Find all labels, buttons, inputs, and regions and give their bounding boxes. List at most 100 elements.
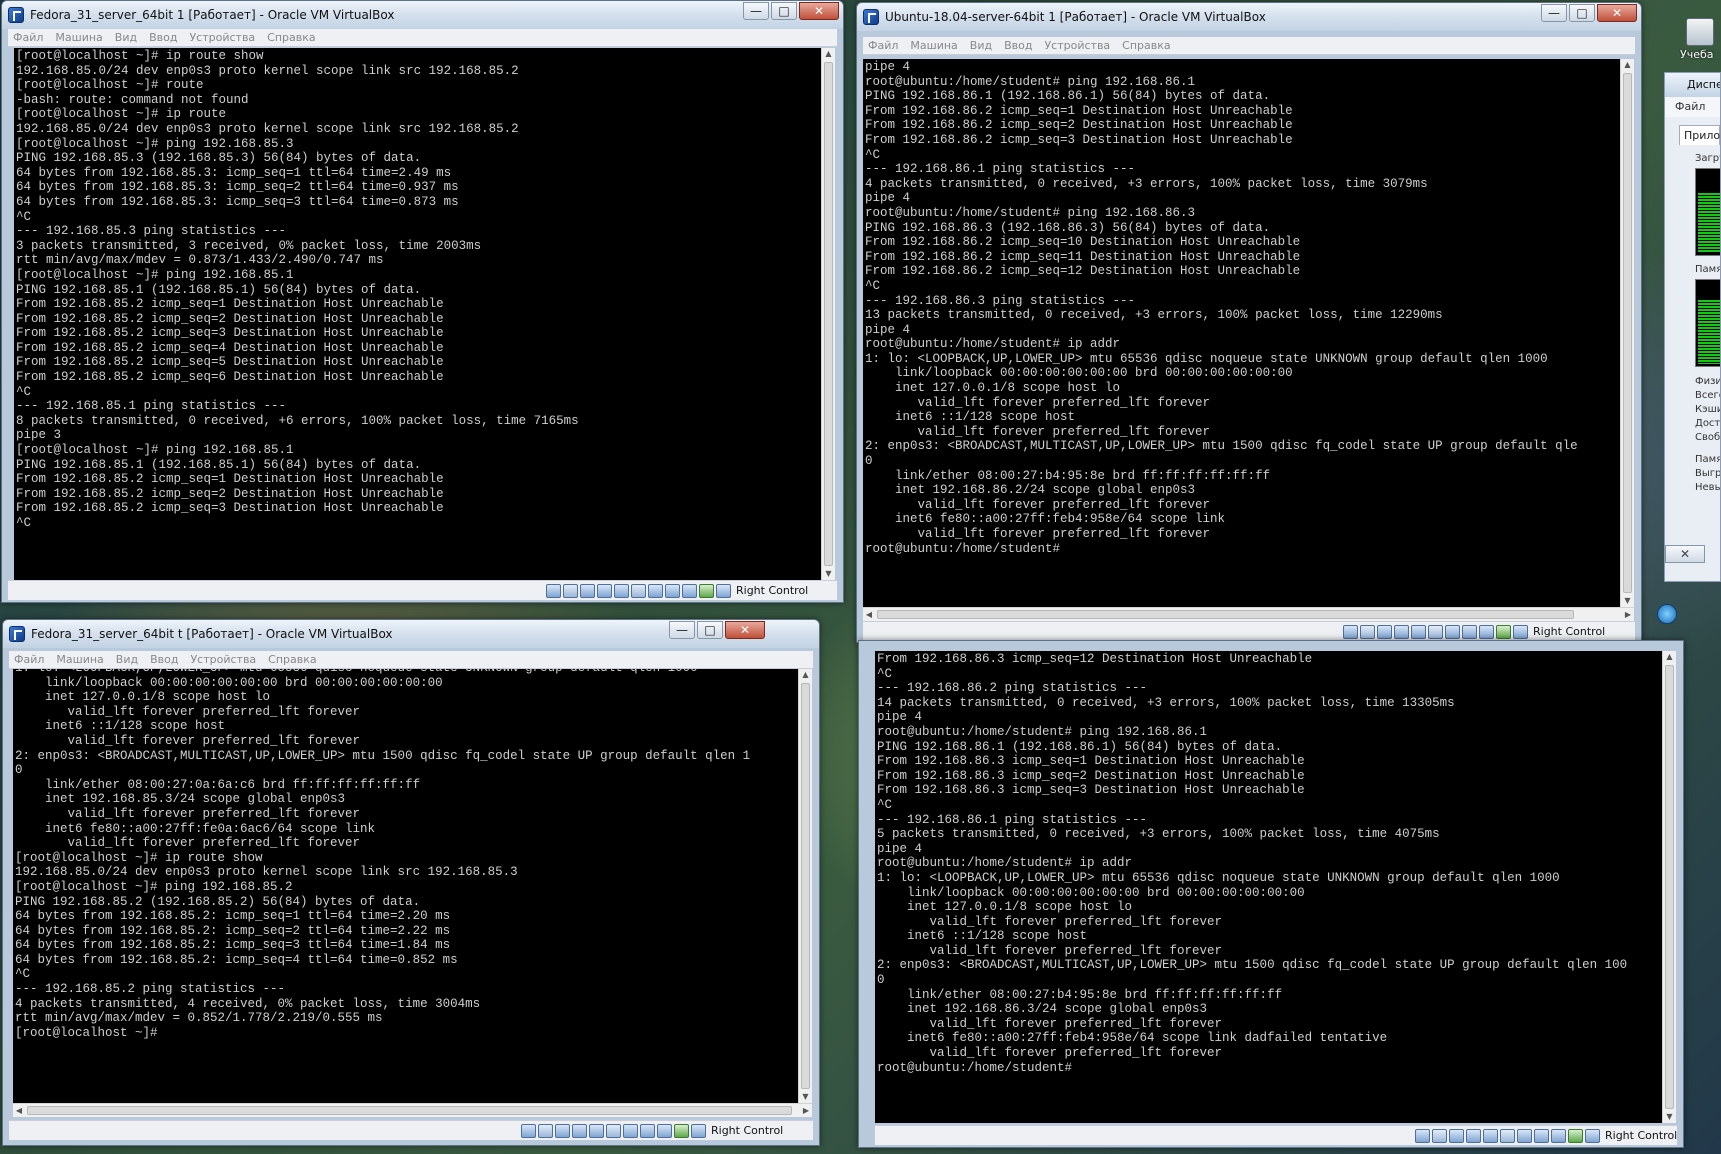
menu-devices[interactable]: Устройства bbox=[190, 653, 256, 666]
menu-view[interactable]: Вид bbox=[115, 31, 137, 44]
task-manager-window[interactable]: Диспе Файл Приложе Загру Памя Физи Всего… bbox=[1664, 72, 1721, 582]
vertical-scrollbar[interactable]: ▲ ▼ bbox=[798, 669, 812, 1103]
cpu-icon[interactable] bbox=[657, 1124, 672, 1138]
close-icon[interactable]: ✕ bbox=[1665, 545, 1705, 563]
menu-help[interactable]: Справка bbox=[267, 31, 315, 44]
shared-folder-icon[interactable] bbox=[631, 584, 646, 598]
desktop-shortcut[interactable]: Учеба bbox=[1680, 18, 1721, 76]
menu-file[interactable]: Файл bbox=[13, 31, 43, 44]
hdd-icon[interactable] bbox=[1343, 625, 1358, 639]
cpu-icon[interactable] bbox=[1479, 625, 1494, 639]
vm-screen[interactable]: From 192.168.86.3 icmp_seq=12 Destinatio… bbox=[875, 651, 1662, 1123]
scroll-down-icon[interactable]: ▼ bbox=[1663, 1111, 1676, 1123]
scroll-thumb[interactable] bbox=[877, 610, 1574, 619]
vm-window-ubuntu-2[interactable]: From 192.168.86.3 icmp_seq=12 Destinatio… bbox=[858, 640, 1684, 1148]
network-icon[interactable] bbox=[572, 1124, 587, 1138]
mouse-integration-icon[interactable] bbox=[699, 584, 714, 598]
title-bar[interactable]: Fedora_31_server_64bit t [Работает] - Or… bbox=[3, 620, 819, 648]
vertical-scrollbar[interactable]: ▲ ▼ bbox=[1620, 59, 1634, 607]
menu-view[interactable]: Вид bbox=[970, 39, 992, 52]
scroll-up-icon[interactable]: ▲ bbox=[799, 669, 812, 681]
optical-drive-icon[interactable] bbox=[1360, 625, 1375, 639]
menu-machine[interactable]: Машина bbox=[55, 31, 102, 44]
menu-help[interactable]: Справка bbox=[268, 653, 316, 666]
horizontal-scrollbar[interactable]: ◀ ▶ bbox=[863, 607, 1634, 621]
vertical-scrollbar[interactable]: ▲ ▼ bbox=[821, 48, 835, 580]
scroll-thumb[interactable] bbox=[1665, 665, 1674, 1109]
hdd-icon[interactable] bbox=[521, 1124, 536, 1138]
scroll-up-icon[interactable]: ▲ bbox=[1663, 651, 1676, 663]
menu-file[interactable]: Файл bbox=[868, 39, 898, 52]
audio-icon[interactable] bbox=[580, 584, 595, 598]
menu-help[interactable]: Справка bbox=[1122, 39, 1170, 52]
menu-file[interactable]: Файл bbox=[14, 653, 44, 666]
video-capture-icon[interactable] bbox=[665, 584, 680, 598]
close-button[interactable]: ✕ bbox=[725, 621, 765, 639]
scroll-right-icon[interactable]: ▶ bbox=[1622, 608, 1634, 621]
minimize-button[interactable]: — bbox=[669, 621, 695, 639]
close-button[interactable]: ✕ bbox=[1597, 4, 1637, 22]
maximize-button[interactable]: □ bbox=[771, 2, 797, 20]
minimize-button[interactable]: — bbox=[1541, 4, 1567, 22]
maximize-button[interactable]: □ bbox=[697, 621, 723, 639]
usb-icon[interactable] bbox=[1483, 1129, 1498, 1143]
optical-drive-icon[interactable] bbox=[1432, 1129, 1447, 1143]
cpu-icon[interactable] bbox=[682, 584, 697, 598]
mouse-integration-icon[interactable] bbox=[1568, 1129, 1583, 1143]
optical-drive-icon[interactable] bbox=[538, 1124, 553, 1138]
network-icon[interactable] bbox=[597, 584, 612, 598]
keyboard-icon[interactable] bbox=[1585, 1129, 1600, 1143]
hdd-icon[interactable] bbox=[1415, 1129, 1430, 1143]
menu-input[interactable]: Ввод bbox=[1004, 39, 1032, 52]
keyboard-icon[interactable] bbox=[716, 584, 731, 598]
display-icon[interactable] bbox=[623, 1124, 638, 1138]
audio-icon[interactable] bbox=[1377, 625, 1392, 639]
scroll-thumb[interactable] bbox=[801, 683, 810, 1089]
keyboard-icon[interactable] bbox=[1513, 625, 1528, 639]
video-capture-icon[interactable] bbox=[1462, 625, 1477, 639]
vm-screen[interactable]: [root@localhost ~]# ip route show 192.168… bbox=[14, 48, 821, 580]
menu-input[interactable]: Ввод bbox=[150, 653, 178, 666]
scroll-right-icon[interactable]: ▶ bbox=[800, 1104, 812, 1117]
scroll-left-icon[interactable]: ◀ bbox=[13, 1104, 25, 1117]
minimize-button[interactable]: — bbox=[743, 2, 769, 20]
cpu-icon[interactable] bbox=[1551, 1129, 1566, 1143]
video-capture-icon[interactable] bbox=[1534, 1129, 1549, 1143]
menu-devices[interactable]: Устройства bbox=[1044, 39, 1110, 52]
menu-machine[interactable]: Машина bbox=[910, 39, 957, 52]
mouse-integration-icon[interactable] bbox=[674, 1124, 689, 1138]
minimize-float-icon[interactable] bbox=[1657, 604, 1677, 624]
shared-folder-icon[interactable] bbox=[606, 1124, 621, 1138]
vertical-scrollbar[interactable]: ▲ ▼ bbox=[1662, 651, 1676, 1123]
tab-applications[interactable]: Приложе bbox=[1679, 125, 1720, 145]
display-icon[interactable] bbox=[1445, 625, 1460, 639]
scroll-up-icon[interactable]: ▲ bbox=[1621, 59, 1634, 71]
mouse-integration-icon[interactable] bbox=[1496, 625, 1511, 639]
title-bar[interactable]: Ubuntu-18.04-server-64bit 1 [Работает] -… bbox=[857, 3, 1641, 31]
keyboard-icon[interactable] bbox=[691, 1124, 706, 1138]
scroll-thumb[interactable] bbox=[1623, 73, 1632, 593]
scroll-thumb[interactable] bbox=[824, 62, 833, 566]
scroll-down-icon[interactable]: ▼ bbox=[799, 1091, 812, 1103]
network-icon[interactable] bbox=[1466, 1129, 1481, 1143]
shared-folder-icon[interactable] bbox=[1500, 1129, 1515, 1143]
menu-devices[interactable]: Устройства bbox=[189, 31, 255, 44]
task-manager-menu[interactable]: Файл bbox=[1665, 97, 1720, 117]
vm-window-ubuntu-1[interactable]: Ubuntu-18.04-server-64bit 1 [Работает] -… bbox=[856, 2, 1642, 643]
scroll-left-icon[interactable]: ◀ bbox=[863, 608, 875, 621]
vm-window-fedora-1[interactable]: Fedora_31_server_64bit 1 [Работает] - Or… bbox=[1, 0, 844, 603]
vm-screen[interactable]: pipe 4 root@ubuntu:/home/student# ping 19… bbox=[863, 59, 1620, 607]
shared-folder-icon[interactable] bbox=[1428, 625, 1443, 639]
display-icon[interactable] bbox=[1517, 1129, 1532, 1143]
display-icon[interactable] bbox=[648, 584, 663, 598]
scroll-down-icon[interactable]: ▼ bbox=[1621, 595, 1634, 607]
horizontal-scrollbar[interactable]: ◀ ▶ bbox=[13, 1103, 812, 1117]
scroll-thumb[interactable] bbox=[27, 1106, 792, 1115]
scroll-down-icon[interactable]: ▼ bbox=[822, 568, 835, 580]
vm-window-fedora-2[interactable]: Fedora_31_server_64bit t [Работает] - Or… bbox=[2, 619, 820, 1146]
close-button[interactable]: ✕ bbox=[799, 2, 839, 20]
menu-machine[interactable]: Машина bbox=[56, 653, 103, 666]
hdd-icon[interactable] bbox=[546, 584, 561, 598]
scroll-up-icon[interactable]: ▲ bbox=[822, 48, 835, 60]
vm-screen[interactable]: 1: lo: <LOOPBACK,UP,LOWER_UP> mtu 65536 … bbox=[13, 669, 798, 1103]
